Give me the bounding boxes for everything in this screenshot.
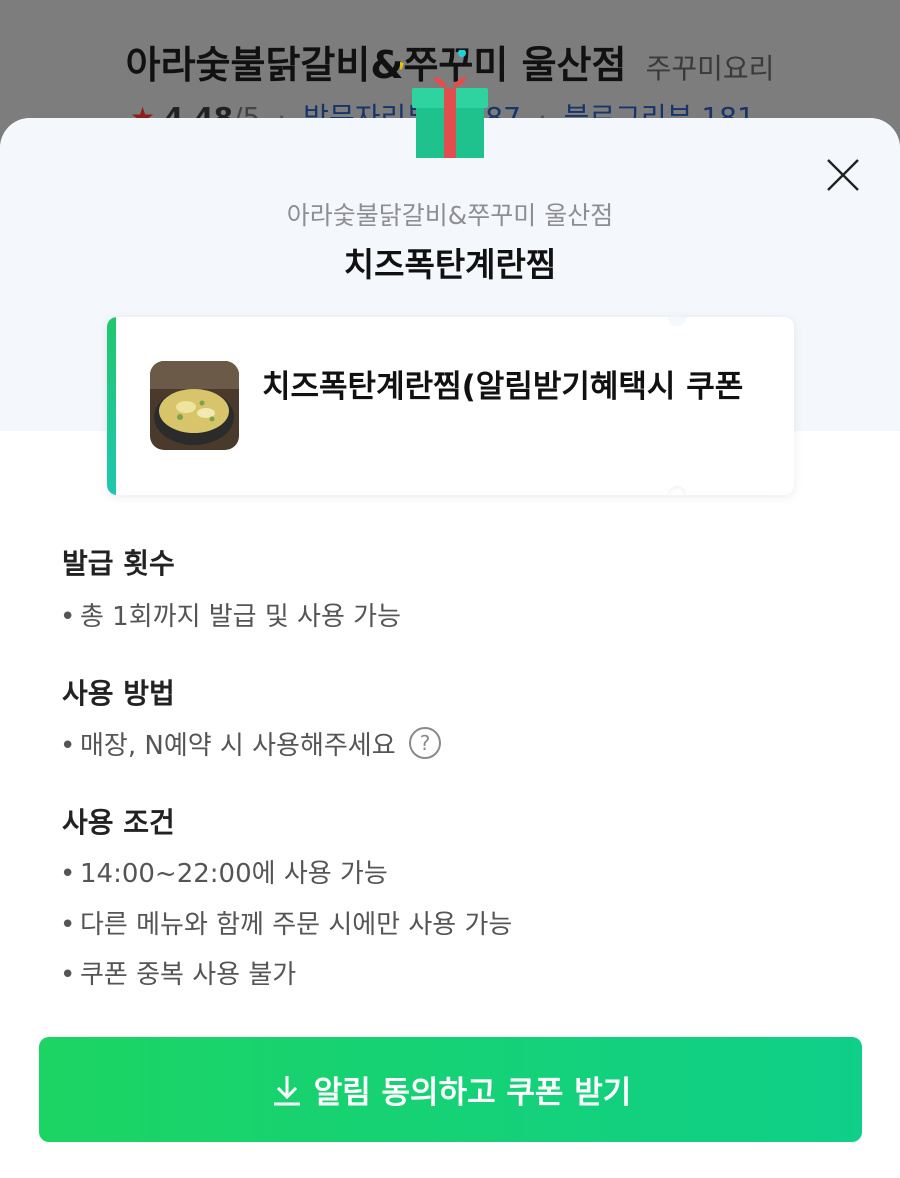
usage-method-heading: 사용 방법 <box>62 677 175 710</box>
coupon-notch <box>668 486 686 495</box>
bullet-dot: • <box>60 960 76 990</box>
coupon-bottom-sheet: 아라숯불닭갈비&쭈꾸미 울산점 치즈폭탄계란찜 치즈폭탄계란찜(알림받기혜택시 … <box>0 118 900 1178</box>
svg-text:?: ? <box>420 731 431 755</box>
get-coupon-button[interactable]: 알림 동의하고 쿠폰 받기 <box>39 1037 862 1142</box>
coupon-accent-bar <box>107 317 116 495</box>
background-place-title: 아라숯불닭갈비&쭈꾸미 울산점 <box>125 43 627 87</box>
bullet-dot: • <box>60 602 76 632</box>
list-item: • 쿠폰 중복 사용 불가 <box>60 954 296 991</box>
help-button[interactable]: ? <box>408 726 442 767</box>
bullet-dot: • <box>60 731 76 761</box>
store-name: 아라숯불닭갈비&쭈꾸미 울산점 <box>286 201 614 230</box>
usage-method-text: 매장, N예약 시 사용해주세요 <box>80 731 396 761</box>
question-circle-icon: ? <box>408 727 441 759</box>
coupon-card: 치즈폭탄계란찜(알림받기혜택시 쿠폰 <box>107 317 794 495</box>
download-icon <box>273 1075 300 1105</box>
coupon-food-image <box>150 361 239 450</box>
list-item: • 매장, N예약 시 사용해주세요 ? <box>60 725 442 767</box>
condition-text: 쿠폰 중복 사용 불가 <box>80 960 297 990</box>
issue-count-text: 총 1회까지 발급 및 사용 가능 <box>80 602 401 632</box>
background-place-category: 주꾸미요리 <box>645 52 775 85</box>
list-item: • 14:00~22:00에 사용 가능 <box>60 853 388 890</box>
condition-text: 14:00~22:00에 사용 가능 <box>80 859 388 889</box>
issue-count-heading: 발급 횟수 <box>62 547 175 580</box>
gift-icon <box>400 50 488 158</box>
close-icon <box>827 159 859 191</box>
bullet-dot: • <box>60 859 76 889</box>
coupon-notch <box>668 317 686 326</box>
bullet-dot: • <box>60 910 76 940</box>
get-coupon-button-label: 알림 동의하고 쿠폰 받기 <box>313 1075 632 1111</box>
coupon-title: 치즈폭탄계란찜(알림받기혜택시 쿠폰 <box>262 369 744 405</box>
close-button[interactable] <box>826 158 860 192</box>
list-item: • 총 1회까지 발급 및 사용 가능 <box>60 596 401 633</box>
condition-text: 다른 메뉴와 함께 주문 시에만 사용 가능 <box>80 910 513 940</box>
usage-conditions-heading: 사용 조건 <box>62 806 175 839</box>
list-item: • 다른 메뉴와 함께 주문 시에만 사용 가능 <box>60 904 512 941</box>
menu-name: 치즈폭탄계란찜 <box>343 245 557 284</box>
